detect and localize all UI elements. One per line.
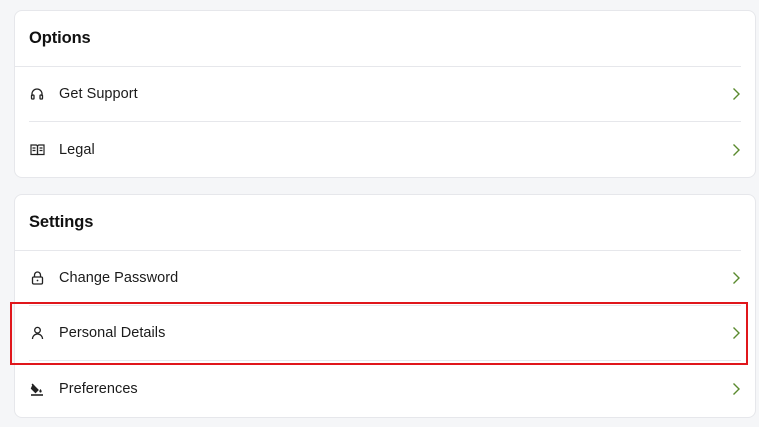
chevron-right-icon (729, 87, 743, 101)
chevron-right-icon (729, 271, 743, 285)
get-support-label: Get Support (59, 86, 138, 102)
preferences-label: Preferences (59, 380, 138, 397)
headphones-icon (29, 86, 45, 102)
preferences-row[interactable]: Preferences (29, 361, 741, 416)
personal-details-row[interactable]: Personal Details (29, 306, 741, 361)
lock-icon (29, 270, 45, 286)
settings-card: Settings Change Password Personal Detail… (14, 194, 756, 418)
legal-row[interactable]: Legal (29, 122, 741, 177)
chevron-right-icon (729, 326, 743, 340)
legal-label: Legal (59, 141, 95, 158)
change-password-row[interactable]: Change Password (29, 251, 741, 306)
change-password-label: Change Password (59, 270, 179, 286)
settings-title: Settings (15, 195, 741, 251)
chevron-right-icon (729, 143, 743, 157)
chevron-right-icon (729, 382, 743, 396)
get-support-row[interactable]: Get Support (29, 67, 741, 122)
options-card: Options Get Support Legal (14, 10, 756, 178)
user-icon (29, 325, 45, 341)
paint-bucket-icon (29, 381, 45, 397)
personal-details-label: Personal Details (59, 325, 166, 341)
options-title: Options (15, 11, 741, 67)
book-icon (29, 142, 45, 158)
